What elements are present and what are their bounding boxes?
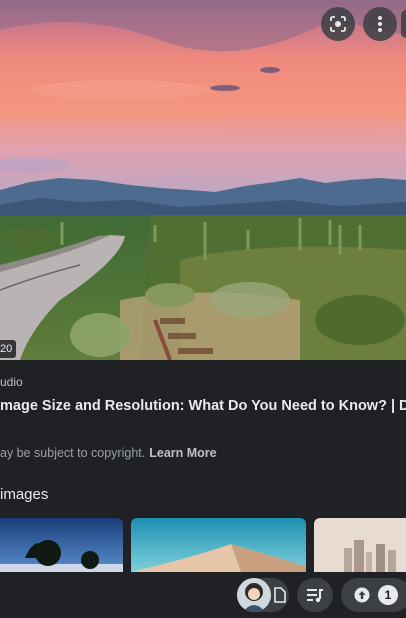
related-images-heading: images [0, 486, 49, 503]
queue-button[interactable] [297, 578, 333, 612]
avatar [237, 578, 271, 612]
upload-count-badge: 1 [378, 585, 398, 605]
lens-button[interactable] [321, 7, 355, 41]
image-viewer: 20 udio mage Size and Resolution: What D… [0, 0, 406, 618]
more-vert-icon [378, 16, 382, 32]
more-options-button[interactable] [363, 7, 397, 41]
related-thumbnail[interactable] [0, 518, 123, 572]
upload-button[interactable]: 1 [341, 578, 406, 612]
source-name[interactable]: udio [0, 375, 23, 389]
result-title-link[interactable]: mage Size and Resolution: What Do You Ne… [0, 398, 406, 414]
dune-photo [131, 518, 306, 572]
queue-music-icon [307, 589, 323, 603]
related-thumbnail[interactable] [314, 518, 406, 572]
avatar-image [237, 578, 271, 612]
landscape-photo [0, 0, 406, 360]
city-photo [314, 518, 406, 572]
preview-image[interactable] [0, 0, 406, 360]
close-button-partial[interactable] [401, 10, 406, 38]
learn-more-link[interactable]: Learn More [149, 446, 216, 460]
lens-icon [330, 16, 346, 32]
document-icon [274, 587, 286, 603]
related-thumbnail[interactable] [131, 518, 306, 572]
tree-photo [0, 518, 123, 572]
upload-icon [354, 587, 370, 603]
image-size-badge: 20 [0, 340, 17, 358]
account-button[interactable] [237, 578, 289, 612]
bottom-toolbar: 1 [0, 572, 406, 618]
copyright-text: ay be subject to copyright. [0, 446, 146, 460]
related-images-row [0, 518, 406, 572]
copyright-notice: ay be subject to copyright. Learn More [0, 446, 217, 460]
